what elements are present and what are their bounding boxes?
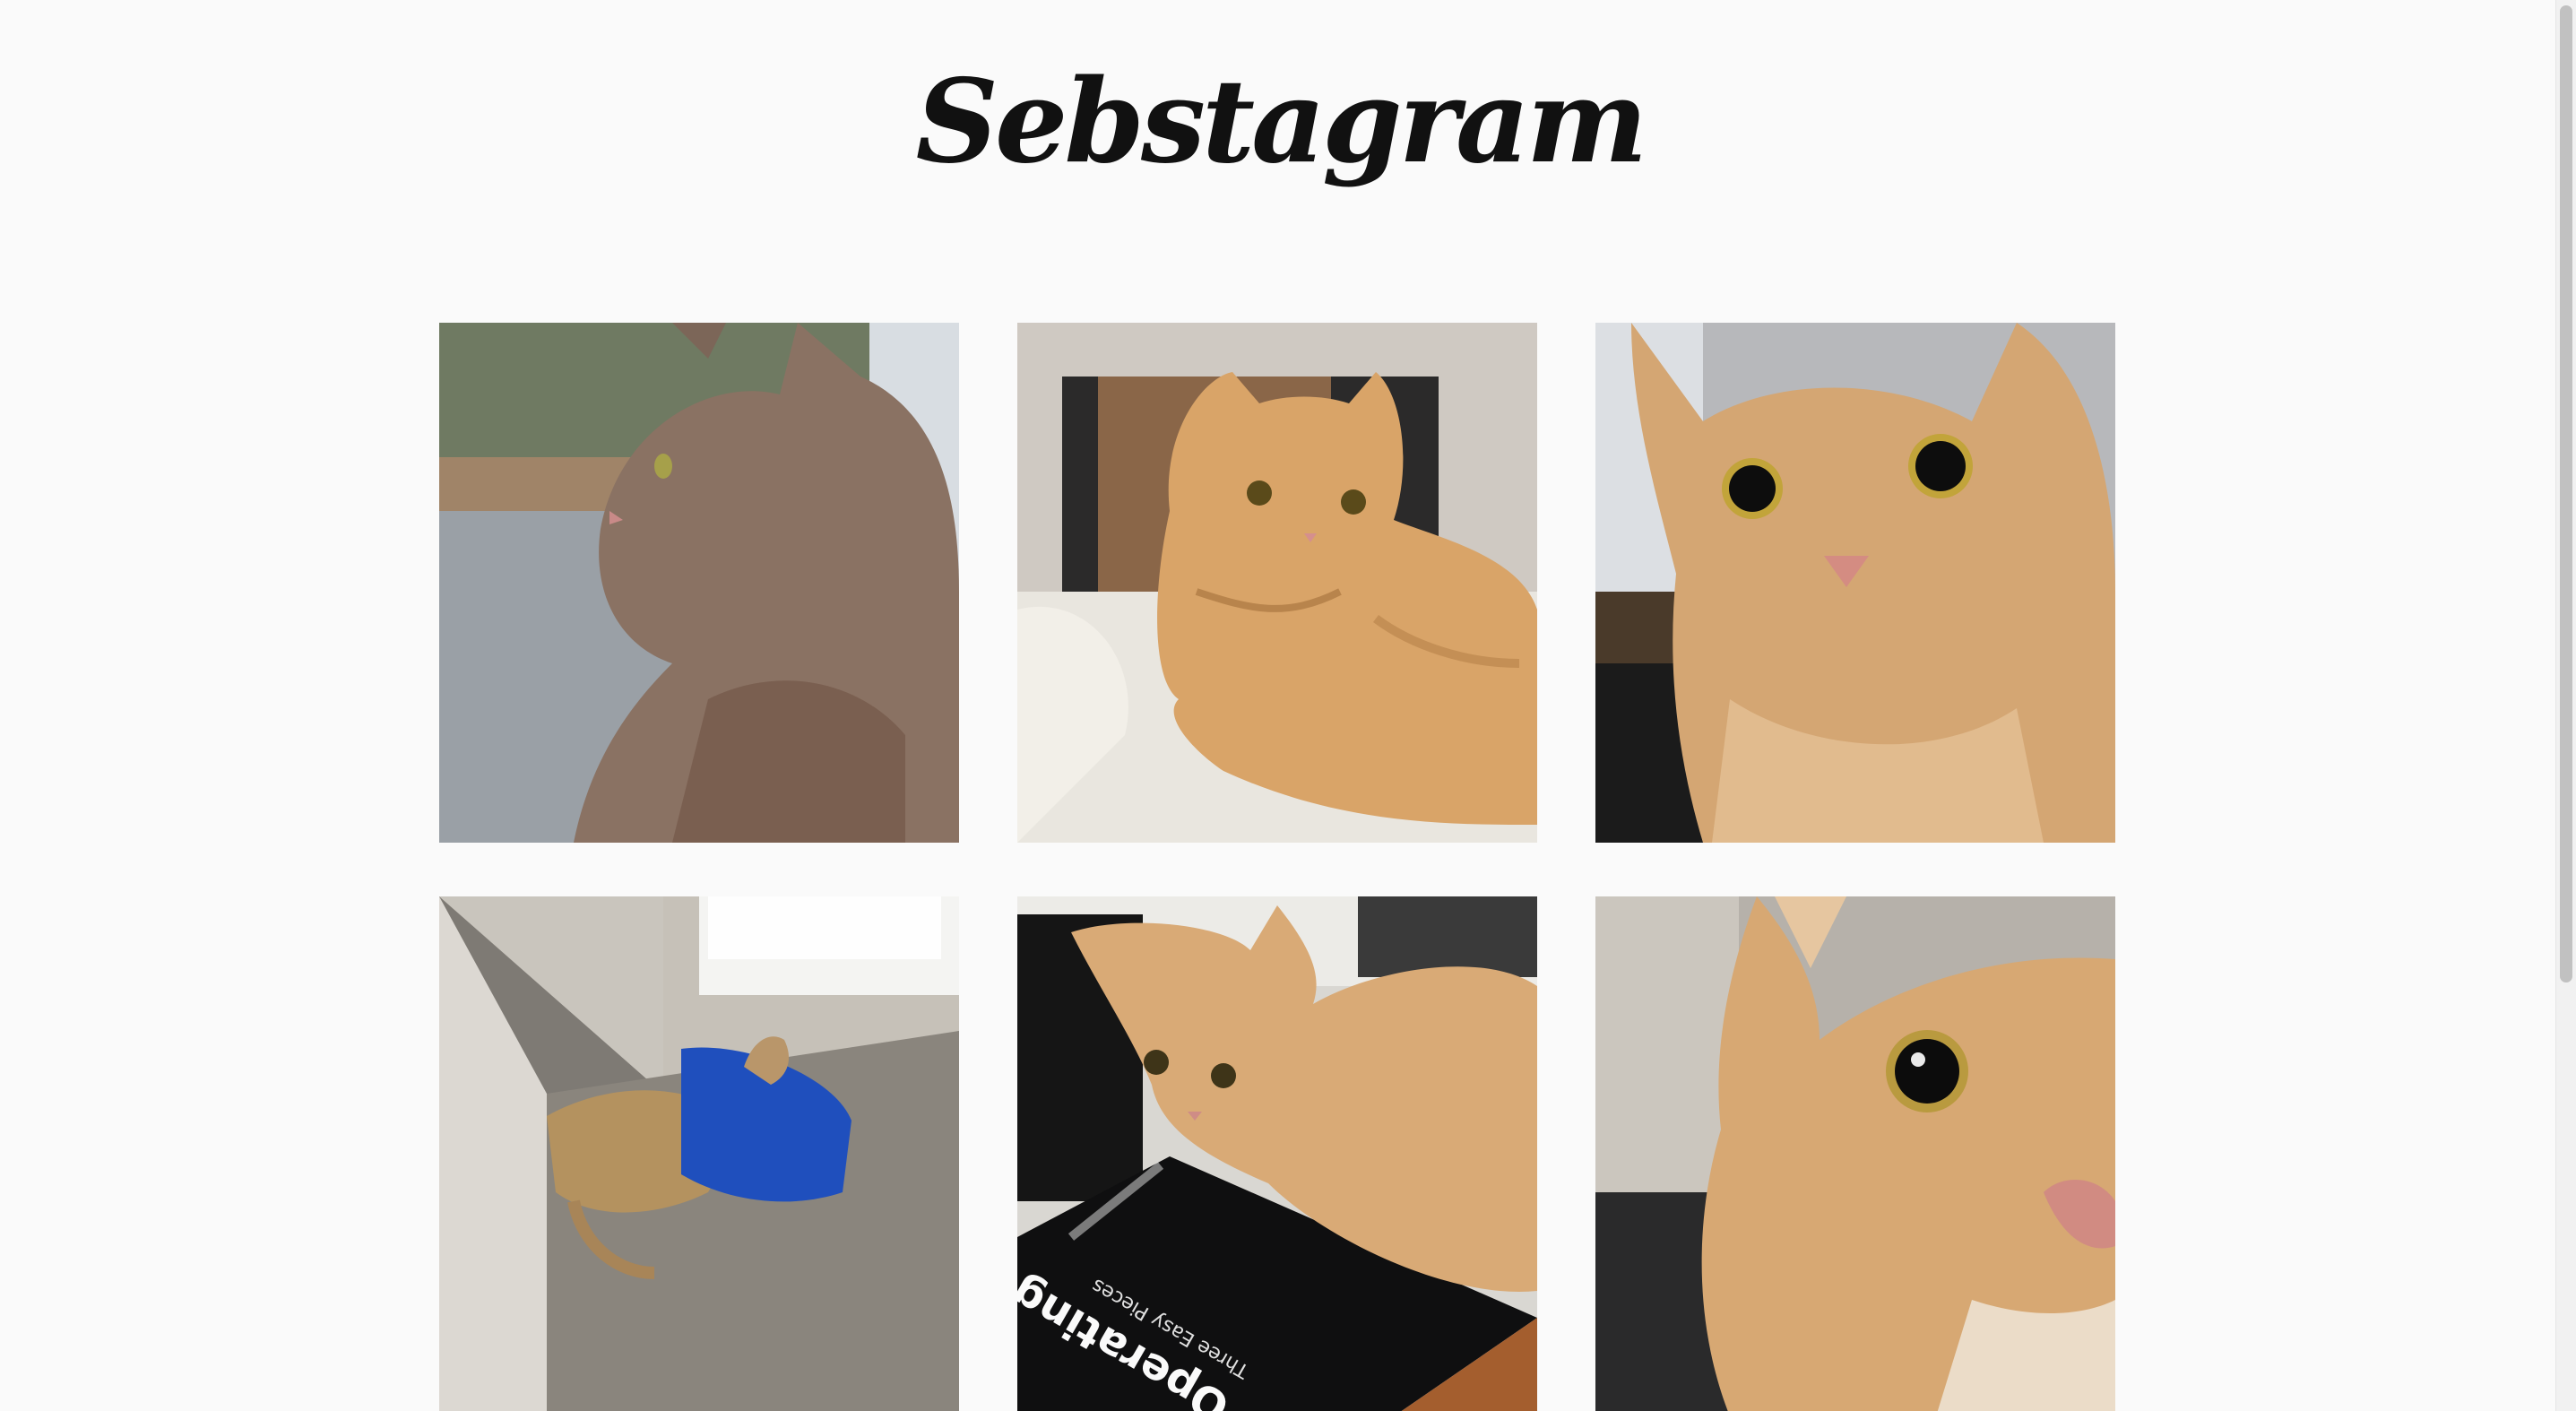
photo-thumbnail-1[interactable] xyxy=(439,323,959,843)
vertical-scrollbar[interactable] xyxy=(2555,0,2576,1411)
photo-thumbnail-2[interactable] xyxy=(1017,323,1537,843)
scrollbar-thumb[interactable] xyxy=(2560,5,2572,983)
photo-grid: Operating Systems Three Easy Pieces xyxy=(439,323,2116,1411)
photo-2-image xyxy=(1017,323,1537,843)
app-logo[interactable]: Sebstagram xyxy=(0,54,2560,192)
photo-4-image xyxy=(439,896,959,1411)
photo-6-image xyxy=(1595,896,2115,1411)
photo-thumbnail-6[interactable] xyxy=(1595,896,2115,1411)
page: Sebstagram Three Easy Pieces xyxy=(0,0,2576,1411)
photo-thumbnail-4[interactable] xyxy=(439,896,959,1411)
photo-5-image: Operating Systems Three Easy Pieces xyxy=(1017,896,1537,1411)
photo-3-image xyxy=(1595,323,2115,843)
photo-thumbnail-5[interactable]: Operating Systems Three Easy Pieces xyxy=(1017,896,1537,1411)
photo-thumbnail-3[interactable] xyxy=(1595,323,2115,843)
photo-1-image xyxy=(439,323,959,843)
